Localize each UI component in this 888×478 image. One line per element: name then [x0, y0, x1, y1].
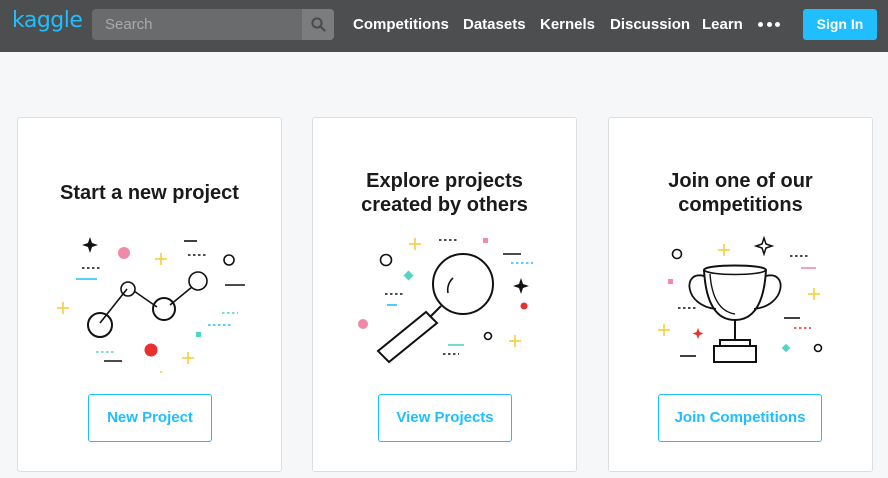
search-icon [310, 17, 326, 32]
view-projects-button[interactable]: View Projects [378, 394, 512, 442]
nav-competitions[interactable]: Competitions [353, 0, 449, 52]
kaggle-logo[interactable]: kaggle [12, 8, 83, 33]
join-competitions-button[interactable]: Join Competitions [658, 394, 822, 442]
search-input[interactable] [92, 9, 302, 40]
trophy-icon [658, 236, 823, 363]
nav-kernels[interactable]: Kernels [540, 0, 595, 52]
magnifier-icon [358, 238, 533, 364]
nav-discussion[interactable]: Discussion [610, 0, 690, 52]
new-project-button[interactable]: New Project [88, 394, 212, 442]
sign-in-button[interactable]: Sign In [803, 9, 877, 40]
card-explore-projects: Explore projects created by others View … [312, 117, 577, 472]
card-new-project: Start a new project New Project [17, 117, 282, 472]
search-button[interactable] [302, 9, 334, 40]
network-graph-icon [57, 237, 245, 373]
card-title: Explore projects created by others [361, 170, 528, 216]
card-title: Join one of our competitions [668, 170, 813, 216]
search-box [92, 9, 334, 40]
nav-learn[interactable]: Learn [702, 0, 743, 52]
nav-datasets[interactable]: Datasets [463, 0, 526, 52]
more-icon[interactable] [758, 15, 780, 33]
top-navbar: kaggle Competitions Datasets Kernels Dis… [0, 0, 888, 52]
card-title: Start a new project [60, 182, 239, 204]
card-join-competitions: Join one of our competitions Join Compet… [608, 117, 873, 472]
